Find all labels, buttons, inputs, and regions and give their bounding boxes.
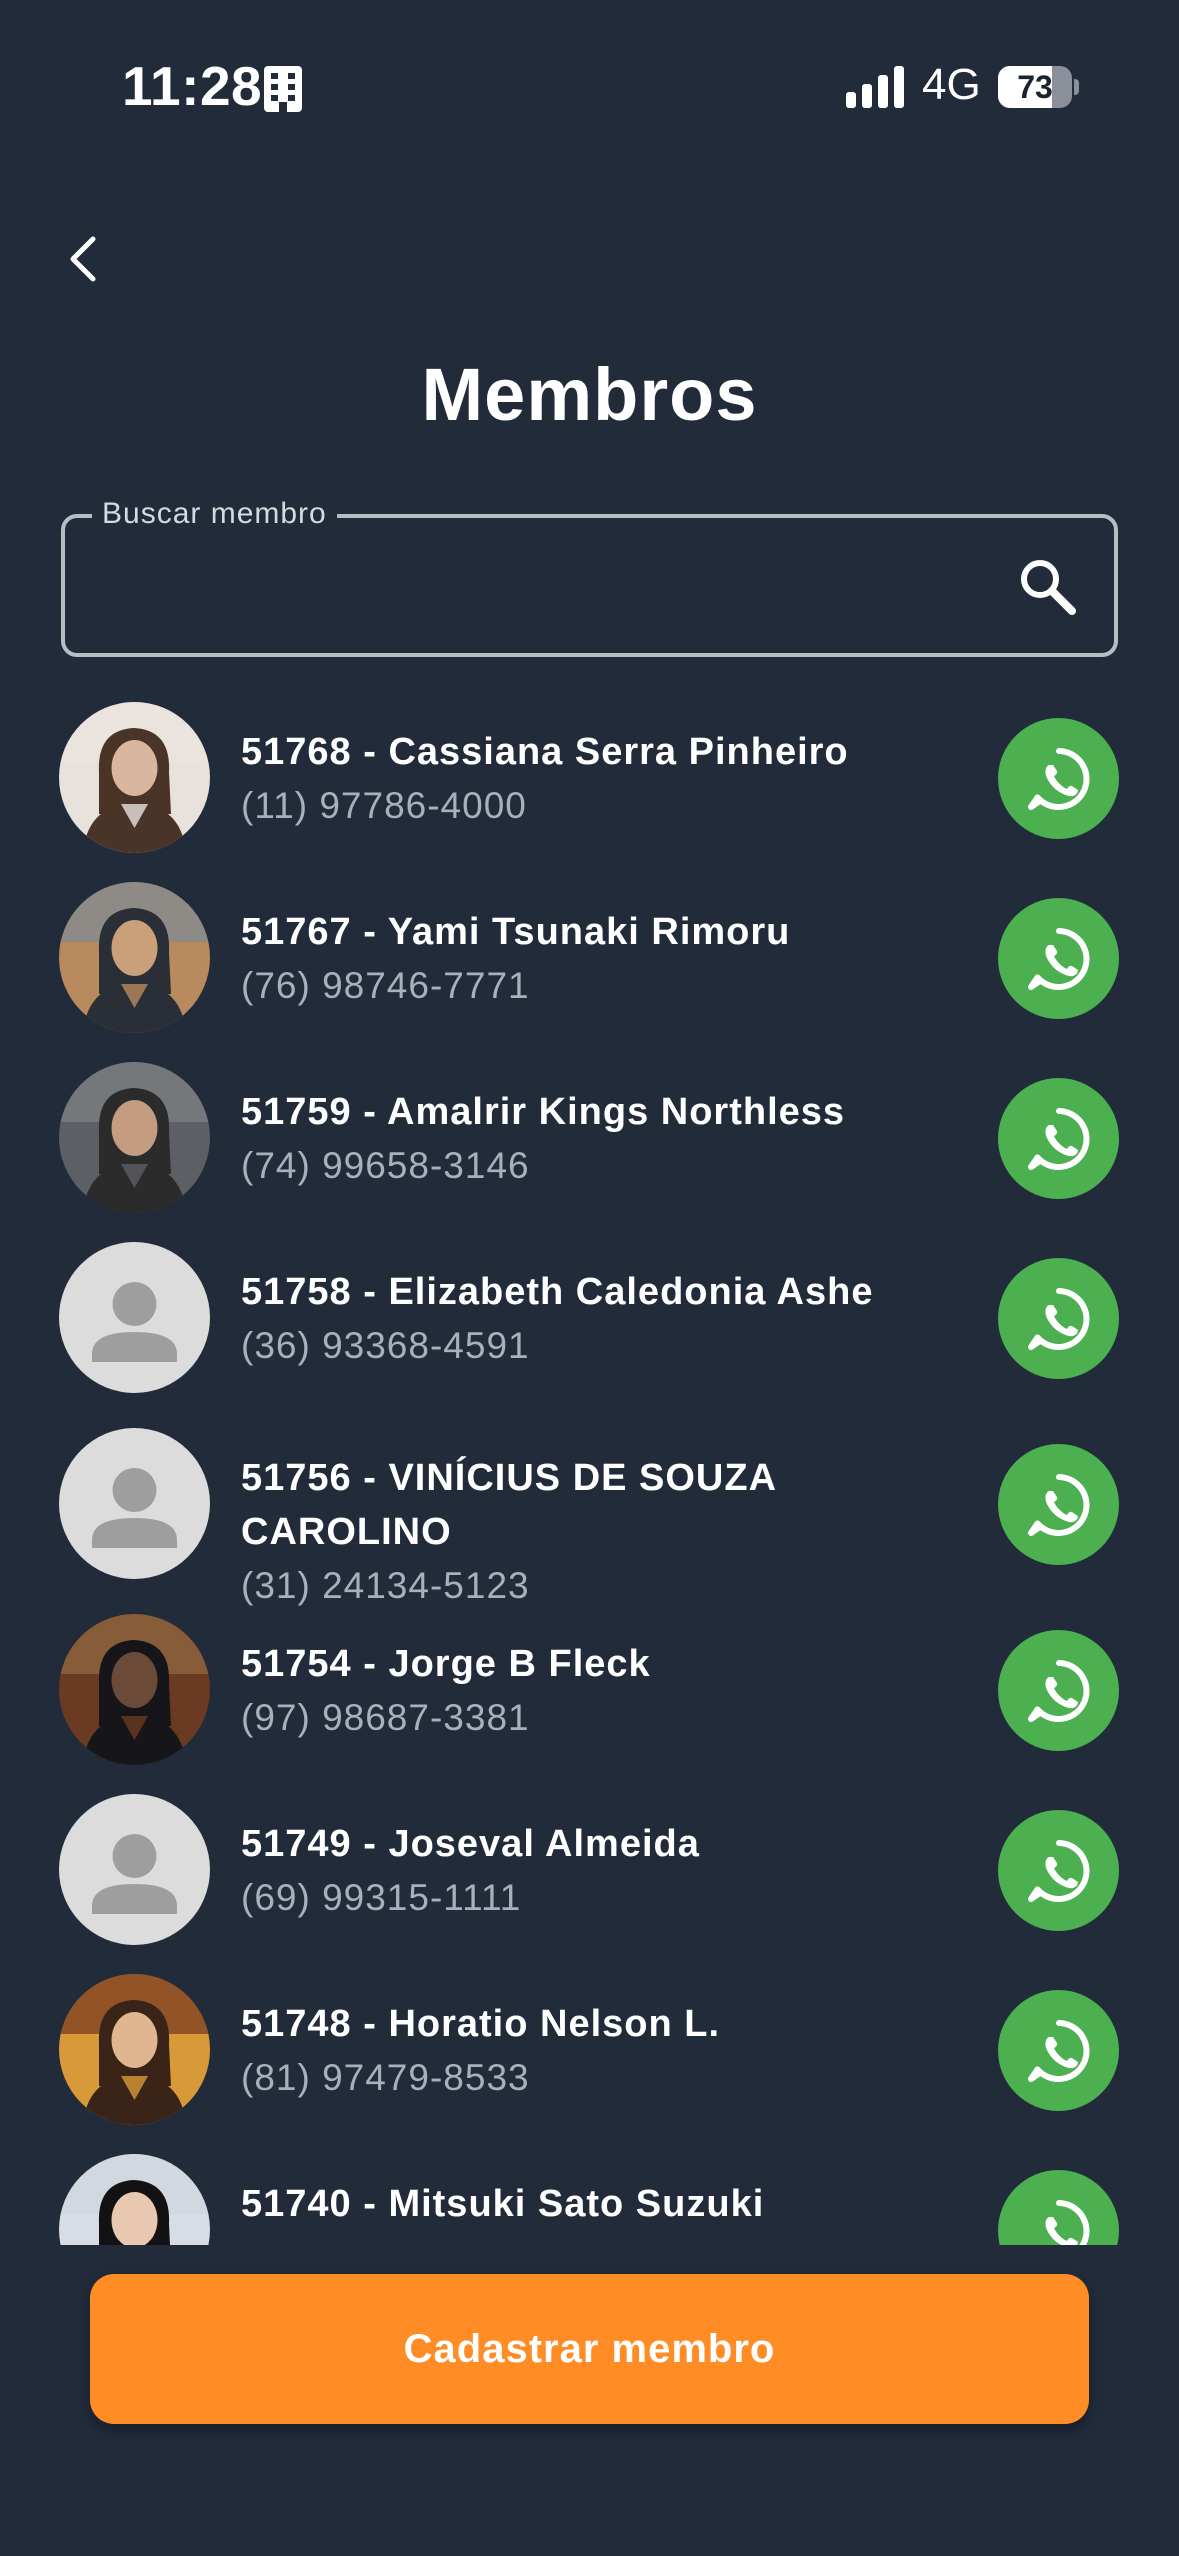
whatsapp-icon	[1023, 923, 1095, 995]
member-row[interactable]: 51759 - Amalrir Kings Northless (74) 9965…	[0, 1050, 1179, 1230]
member-info: 51756 - VINÍCIUS DE SOUZA CAROLINO (31) 2…	[241, 1451, 941, 1613]
whatsapp-icon	[1023, 1655, 1095, 1727]
battery-percentage: 73	[1017, 69, 1053, 105]
member-row[interactable]: 51740 - Mitsuki Sato Suzuki	[0, 2142, 1179, 2245]
member-row[interactable]: 51749 - Joseval Almeida (69) 99315-1111	[0, 1782, 1179, 1962]
member-name: 51758 - Elizabeth Caledonia Ashe	[241, 1271, 874, 1313]
avatar	[59, 2154, 210, 2245]
member-list[interactable]: 51768 - Cassiana Serra Pinheiro (11) 9778…	[0, 690, 1179, 2245]
member-info: 51758 - Elizabeth Caledonia Ashe (36) 933…	[241, 1265, 941, 1373]
member-info: 51768 - Cassiana Serra Pinheiro (11) 9778…	[241, 725, 941, 833]
whatsapp-button[interactable]	[998, 1810, 1119, 1931]
building-icon	[264, 66, 302, 112]
member-info: 51748 - Horatio Nelson L. (81) 97479-8533	[241, 1997, 941, 2105]
avatar-placeholder	[59, 1242, 210, 1393]
member-phone: (36) 93368-4591	[241, 1325, 530, 1366]
member-phone: (81) 97479-8533	[241, 2057, 530, 2098]
whatsapp-button[interactable]	[998, 1078, 1119, 1199]
member-info: 51754 - Jorge B Fleck (97) 98687-3381	[241, 1637, 941, 1745]
avatar	[59, 1062, 210, 1213]
member-name: 51768 - Cassiana Serra Pinheiro	[241, 731, 849, 773]
whatsapp-icon	[1023, 2195, 1095, 2245]
member-row[interactable]: 51748 - Horatio Nelson L. (81) 97479-8533	[0, 1962, 1179, 2142]
whatsapp-icon	[1023, 1835, 1095, 1907]
whatsapp-button[interactable]	[998, 1258, 1119, 1379]
member-phone: (76) 98746-7771	[241, 965, 530, 1006]
status-bar: 11:28 4G 73	[0, 0, 1179, 170]
member-name: 51754 - Jorge B Fleck	[241, 1643, 651, 1685]
whatsapp-icon	[1023, 1283, 1095, 1355]
whatsapp-button[interactable]	[998, 2170, 1119, 2245]
whatsapp-button[interactable]	[998, 1990, 1119, 2111]
battery-icon: 73	[998, 66, 1079, 108]
member-name: 51756 - VINÍCIUS DE SOUZA CAROLINO	[241, 1457, 776, 1553]
search-icon[interactable]	[1016, 555, 1078, 617]
whatsapp-icon	[1023, 1103, 1095, 1175]
member-phone: (74) 99658-3146	[241, 1145, 530, 1186]
whatsapp-button[interactable]	[998, 718, 1119, 839]
page-title: Membros	[421, 353, 758, 436]
member-info: 51740 - Mitsuki Sato Suzuki	[241, 2177, 941, 2231]
member-row[interactable]: 51756 - VINÍCIUS DE SOUZA CAROLINO (31) 2…	[0, 1416, 1179, 1606]
whatsapp-icon	[1023, 2015, 1095, 2087]
member-row[interactable]: 51767 - Yami Tsunaki Rimoru (76) 98746-77…	[0, 870, 1179, 1050]
member-info: 51759 - Amalrir Kings Northless (74) 9965…	[241, 1085, 941, 1193]
avatar-placeholder	[59, 1794, 210, 1945]
member-info: 51749 - Joseval Almeida (69) 99315-1111	[241, 1817, 941, 1925]
member-phone: (69) 99315-1111	[241, 1877, 522, 1918]
chevron-left-icon	[70, 236, 96, 282]
search-label: Buscar membro	[92, 497, 337, 531]
member-phone: (97) 98687-3381	[241, 1697, 530, 1738]
member-phone: (11) 97786-4000	[241, 785, 527, 826]
avatar	[59, 702, 210, 853]
network-type: 4G	[922, 60, 981, 109]
search-field[interactable]	[61, 514, 1118, 657]
member-name: 51748 - Horatio Nelson L.	[241, 2003, 721, 2045]
status-time: 11:28	[122, 55, 263, 117]
whatsapp-button[interactable]	[998, 898, 1119, 1019]
avatar	[59, 1614, 210, 1765]
member-name: 51749 - Joseval Almeida	[241, 1823, 700, 1865]
whatsapp-button[interactable]	[998, 1630, 1119, 1751]
member-name: 51767 - Yami Tsunaki Rimoru	[241, 911, 791, 953]
member-info: 51767 - Yami Tsunaki Rimoru (76) 98746-77…	[241, 905, 941, 1013]
search-input[interactable]	[95, 554, 995, 618]
whatsapp-icon	[1023, 743, 1095, 815]
register-member-button[interactable]: Cadastrar membro	[90, 2274, 1089, 2424]
avatar-placeholder	[59, 1428, 210, 1579]
members-screen: 11:28 4G 73 Membros Buscar membro 51768 …	[0, 0, 1179, 2556]
whatsapp-icon	[1023, 1469, 1095, 1541]
whatsapp-button[interactable]	[998, 1444, 1119, 1565]
member-name: 51740 - Mitsuki Sato Suzuki	[241, 2183, 765, 2225]
member-name: 51759 - Amalrir Kings Northless	[241, 1091, 846, 1133]
member-row[interactable]: 51758 - Elizabeth Caledonia Ashe (36) 933…	[0, 1230, 1179, 1410]
member-row[interactable]: 51768 - Cassiana Serra Pinheiro (11) 9778…	[0, 690, 1179, 870]
back-button[interactable]	[52, 224, 112, 294]
avatar	[59, 1974, 210, 2125]
cellular-signal-icon	[846, 66, 904, 108]
avatar	[59, 882, 210, 1033]
member-row[interactable]: 51754 - Jorge B Fleck (97) 98687-3381	[0, 1602, 1179, 1782]
